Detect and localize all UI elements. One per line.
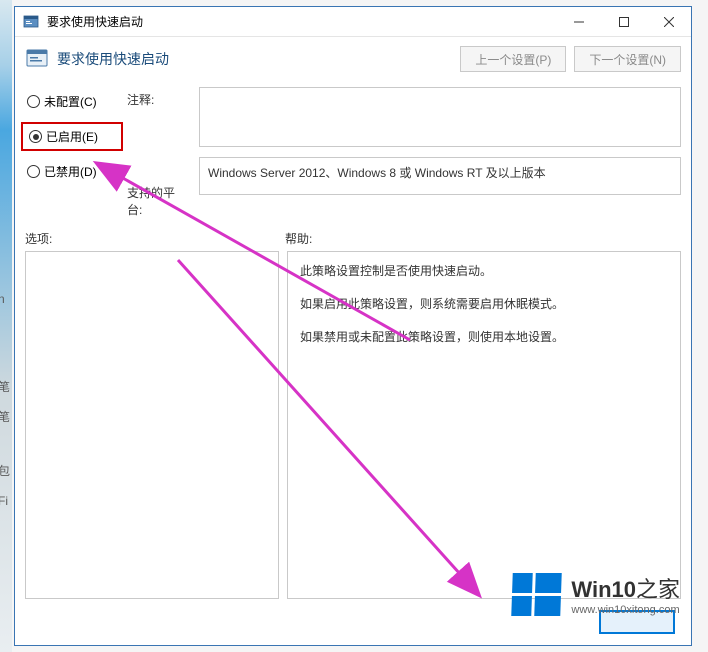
bg-text: 笔: [0, 408, 10, 425]
comment-textarea[interactable]: [199, 87, 681, 147]
close-button[interactable]: [646, 7, 691, 36]
help-text: 此策略设置控制是否使用快速启动。: [300, 262, 668, 281]
minimize-button[interactable]: [556, 7, 601, 36]
app-icon: [23, 14, 39, 30]
options-label: 选项:: [25, 230, 285, 247]
help-text: 如果启用此策略设置，则系统需要启用休眠模式。: [300, 295, 668, 314]
radio-label: 未配置(C): [44, 93, 97, 110]
help-text: 如果禁用或未配置此策略设置，则使用本地设置。: [300, 328, 668, 347]
bg-text: n: [0, 292, 5, 306]
radio-enabled[interactable]: 已启用(E): [21, 122, 123, 151]
windows-logo-icon: [512, 573, 563, 616]
comment-label: 注释:: [127, 87, 189, 108]
bg-text: 笔: [0, 378, 10, 395]
platforms-field: Windows Server 2012、Windows 8 或 Windows …: [199, 157, 681, 195]
maximize-button[interactable]: [601, 7, 646, 36]
policy-title: 要求使用快速启动: [57, 49, 452, 69]
watermark-url: www.win10xitong.com: [571, 604, 680, 616]
policy-editor-window: 要求使用快速启动 要求使用快速启动 上一个设置(P) 下一个设置(N) 未配置(…: [14, 6, 692, 646]
radio-not-configured[interactable]: 未配置(C): [25, 91, 119, 112]
window-title: 要求使用快速启动: [47, 13, 143, 30]
next-setting-button[interactable]: 下一个设置(N): [574, 46, 681, 72]
watermark-title: Win10之家: [571, 572, 680, 604]
header-row: 要求使用快速启动 上一个设置(P) 下一个设置(N): [15, 37, 691, 81]
watermark: Win10之家 www.win10xitong.com: [512, 572, 680, 616]
bg-text: 包: [0, 462, 10, 479]
help-panel: 此策略设置控制是否使用快速启动。 如果启用此策略设置，则系统需要启用休眠模式。 …: [287, 251, 681, 599]
options-panel: [25, 251, 279, 599]
radio-disabled[interactable]: 已禁用(D): [25, 161, 119, 182]
radio-label: 已禁用(D): [44, 163, 97, 180]
radio-icon: [27, 95, 40, 108]
platforms-label: 支持的平台:: [127, 184, 189, 218]
config-row: 未配置(C) 已启用(E) 已禁用(D) 注释: 支持的平台: Windows …: [15, 81, 691, 218]
radio-label: 已启用(E): [46, 128, 98, 145]
bg-text: Fi: [0, 494, 8, 508]
prev-setting-button[interactable]: 上一个设置(P): [460, 46, 566, 72]
policy-icon: [25, 47, 49, 71]
radio-icon: [29, 130, 42, 143]
radio-icon: [27, 165, 40, 178]
help-label: 帮助:: [285, 230, 312, 247]
titlebar: 要求使用快速启动: [15, 7, 691, 37]
